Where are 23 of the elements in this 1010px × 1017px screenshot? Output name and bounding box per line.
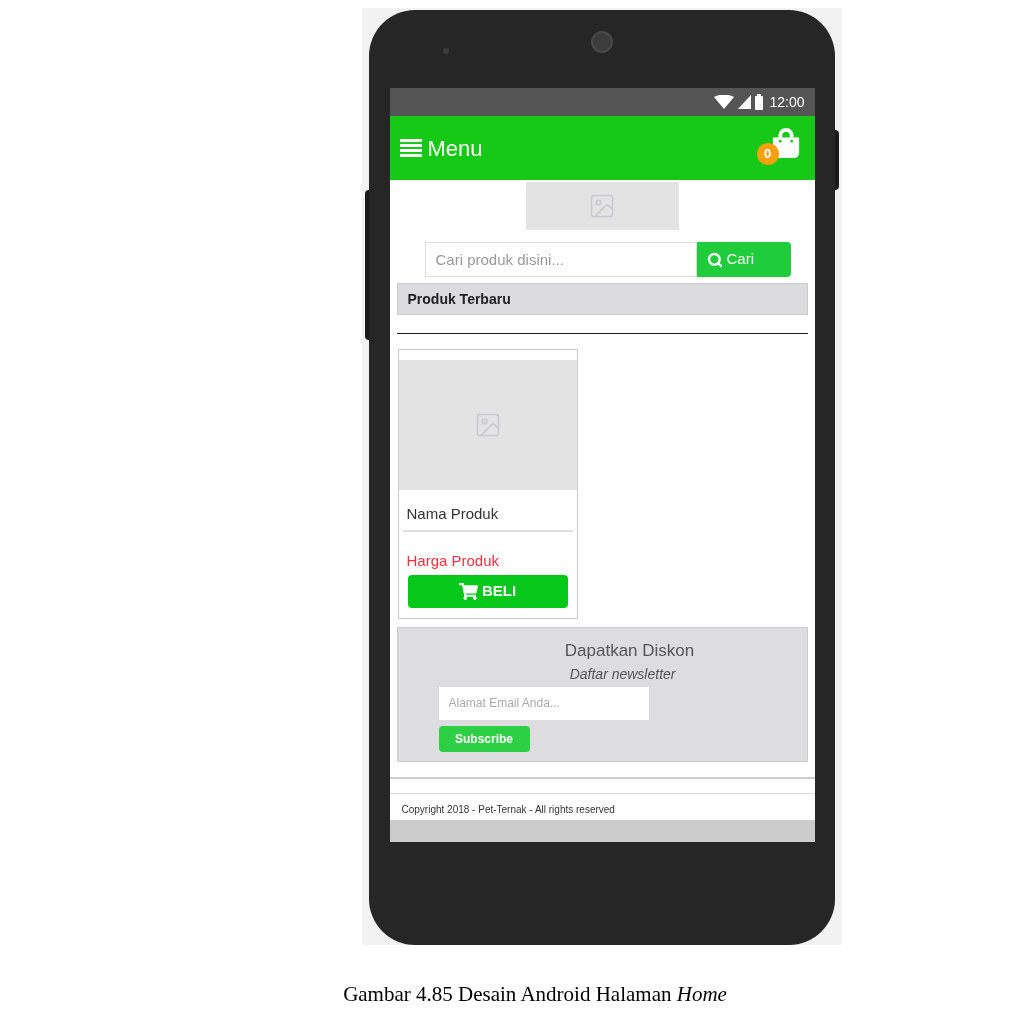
status-time: 12:00 — [769, 92, 805, 112]
product-name: Nama Produk — [406, 504, 500, 524]
wifi-icon — [714, 95, 735, 109]
camera-lens — [591, 31, 613, 53]
signal-icon — [738, 95, 752, 109]
menu-icon — [399, 139, 422, 157]
buy-button[interactable]: BELI — [407, 575, 568, 608]
newsletter-title: Dapatkan Diskon — [564, 640, 695, 662]
image-icon — [588, 192, 616, 220]
copyright-text: Copyright 2018 - Pet-Ternak - All rights reserved — [401, 803, 616, 817]
battery-icon — [755, 94, 764, 110]
search-icon — [706, 251, 723, 268]
section-title: Produk Terbaru — [407, 289, 511, 309]
cart-count-badge: 0 — [756, 143, 779, 165]
newsletter-subtitle: Daftar newsletter — [569, 664, 676, 684]
search-field[interactable]: Cari produk disini... — [424, 242, 697, 277]
menu-button[interactable]: Menu — [399, 131, 483, 165]
search-button[interactable]: Cari — [696, 242, 791, 277]
email-field[interactable]: Alamat Email Anda... — [438, 686, 649, 720]
product-price: Harga Produk — [406, 550, 501, 571]
cart-icon — [458, 582, 478, 601]
figure-caption: Gambar 4.85 Desain Android Halaman Home — [343, 981, 727, 1008]
subscribe-button[interactable]: Subscribe — [438, 725, 530, 752]
